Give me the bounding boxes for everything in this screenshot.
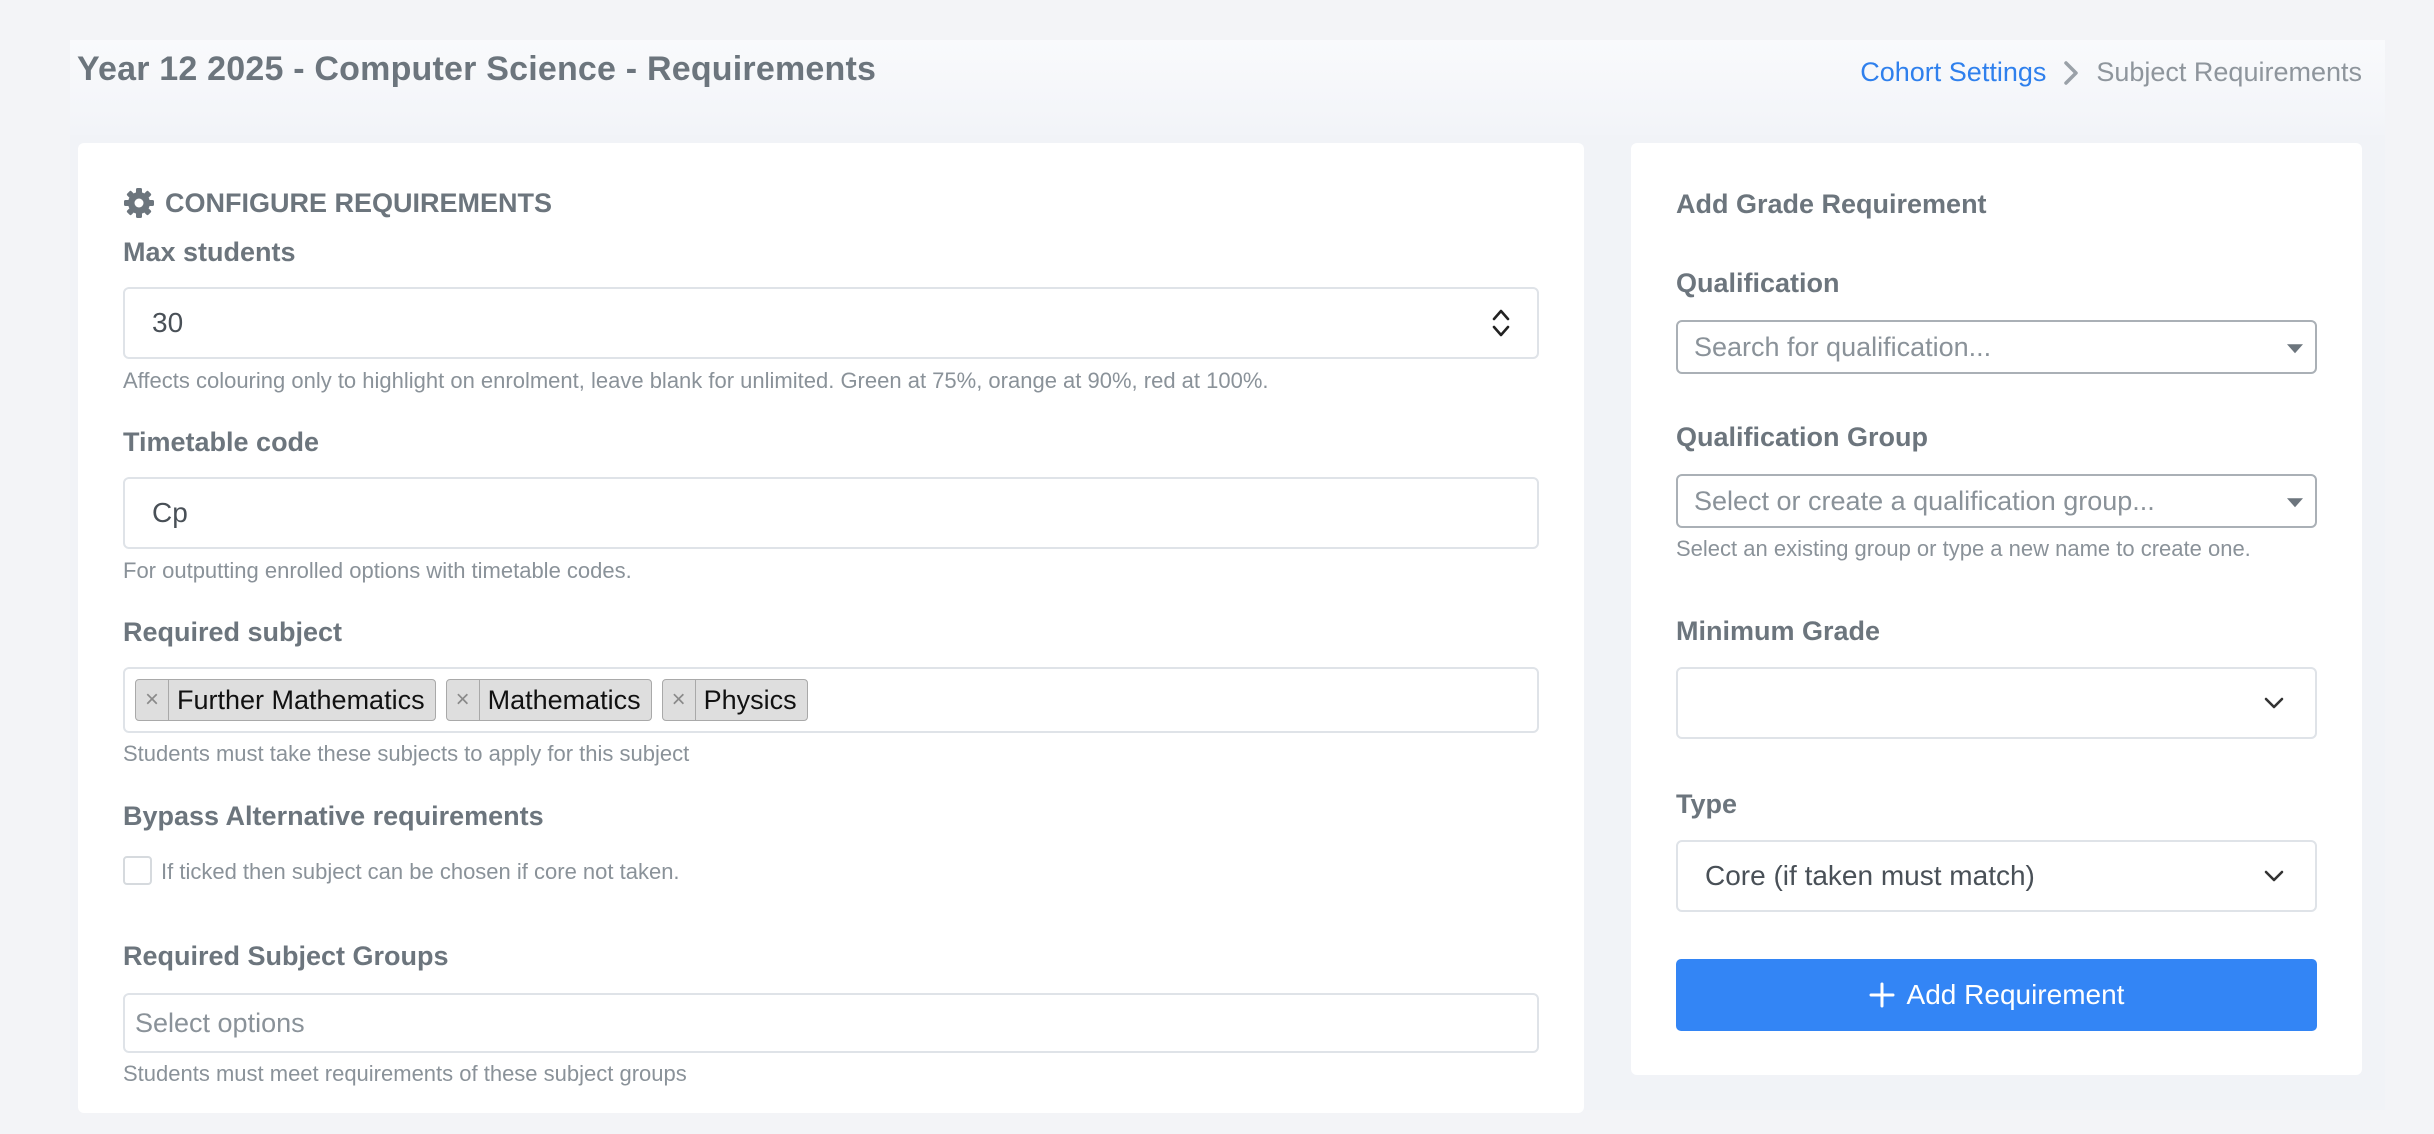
- breadcrumb-link-cohort-settings[interactable]: Cohort Settings: [1860, 57, 2046, 88]
- add-grade-requirement-card: Add Grade Requirement Qualification Sear…: [1631, 143, 2362, 1075]
- up-down-arrows-icon[interactable]: [1491, 305, 1511, 341]
- qualification-placeholder: Search for qualification...: [1694, 331, 1992, 362]
- type-label: Type: [1676, 789, 1738, 819]
- plus-icon: [1869, 982, 1895, 1008]
- qualification-group-placeholder: Select or create a qualification group..…: [1694, 485, 2155, 516]
- required-subject-label: Required subject: [123, 617, 343, 647]
- remove-tag-button[interactable]: ×: [447, 680, 480, 720]
- bypass-alternative-checkbox[interactable]: [123, 856, 152, 885]
- required-subject-groups-placeholder: Select options: [135, 1007, 305, 1038]
- required-subject-groups-help: Students must meet requirements of these…: [123, 1061, 687, 1086]
- qualification-search-select[interactable]: Search for qualification...: [1676, 320, 2317, 374]
- breadcrumb-current: Subject Requirements: [2096, 57, 2362, 87]
- subject-tag-further-mathematics: × Further Mathematics: [135, 679, 436, 721]
- chevron-right-icon: [2064, 60, 2079, 85]
- tag-label: Further Mathematics: [177, 684, 425, 715]
- max-students-input[interactable]: 30: [123, 287, 1539, 359]
- qualification-group-select[interactable]: Select or create a qualification group..…: [1676, 474, 2317, 528]
- chevron-down-icon: [2264, 870, 2284, 882]
- qualification-label: Qualification: [1676, 268, 1840, 298]
- breadcrumb: Cohort Settings Subject Requirements: [1860, 57, 2362, 88]
- bypass-alternative-label: Bypass Alternative requirements: [123, 801, 544, 831]
- page-title: Year 12 2025 - Computer Science - Requir…: [77, 50, 877, 88]
- caret-down-icon: [2287, 498, 2303, 508]
- timetable-code-help: For outputting enrolled options with tim…: [123, 558, 632, 583]
- qualification-group-label: Qualification Group: [1676, 422, 1929, 452]
- section-title-text: CONFIGURE REQUIREMENTS: [165, 187, 553, 218]
- max-students-label: Max students: [123, 237, 296, 267]
- minimum-grade-select[interactable]: [1676, 667, 2317, 739]
- configure-requirements-card: CONFIGURE REQUIREMENTS Max students 30 A…: [78, 143, 1584, 1113]
- max-students-help: Affects colouring only to highlight on e…: [123, 368, 1269, 393]
- required-subject-groups-label: Required Subject Groups: [123, 941, 449, 971]
- subject-tag-physics: × Physics: [661, 679, 808, 721]
- tag-label: Mathematics: [487, 684, 641, 715]
- gear-icon: [124, 188, 154, 218]
- type-value: Core (if taken must match): [1705, 860, 2035, 891]
- timetable-code-input[interactable]: Cp: [123, 477, 1539, 549]
- required-subject-multiselect[interactable]: × Further Mathematics × Mathematics × Ph…: [123, 667, 1539, 733]
- qualification-group-help: Select an existing group or type a new n…: [1676, 536, 2251, 561]
- add-requirement-label: Add Requirement: [1906, 979, 2125, 1010]
- tag-label: Physics: [703, 684, 797, 715]
- remove-tag-button[interactable]: ×: [663, 680, 696, 720]
- subject-tag-mathematics: × Mathematics: [445, 679, 652, 721]
- add-requirement-button[interactable]: Add Requirement: [1676, 959, 2317, 1031]
- minimum-grade-label: Minimum Grade: [1676, 616, 1881, 646]
- chevron-down-icon: [2264, 697, 2284, 709]
- required-subject-help: Students must take these subjects to app…: [123, 741, 690, 766]
- required-subject-groups-select[interactable]: Select options: [123, 993, 1539, 1053]
- bypass-alternative-checkbox-label[interactable]: If ticked then subject can be chosen if …: [161, 859, 680, 885]
- timetable-code-value: Cp: [152, 497, 188, 528]
- max-students-value: 30: [152, 307, 184, 338]
- type-select[interactable]: Core (if taken must match): [1676, 840, 2317, 912]
- remove-tag-button[interactable]: ×: [136, 680, 169, 720]
- caret-down-icon: [2287, 344, 2303, 354]
- timetable-code-label: Timetable code: [123, 427, 320, 457]
- configure-requirements-heading: CONFIGURE REQUIREMENTS: [123, 187, 552, 219]
- add-grade-requirement-title: Add Grade Requirement: [1676, 189, 1987, 219]
